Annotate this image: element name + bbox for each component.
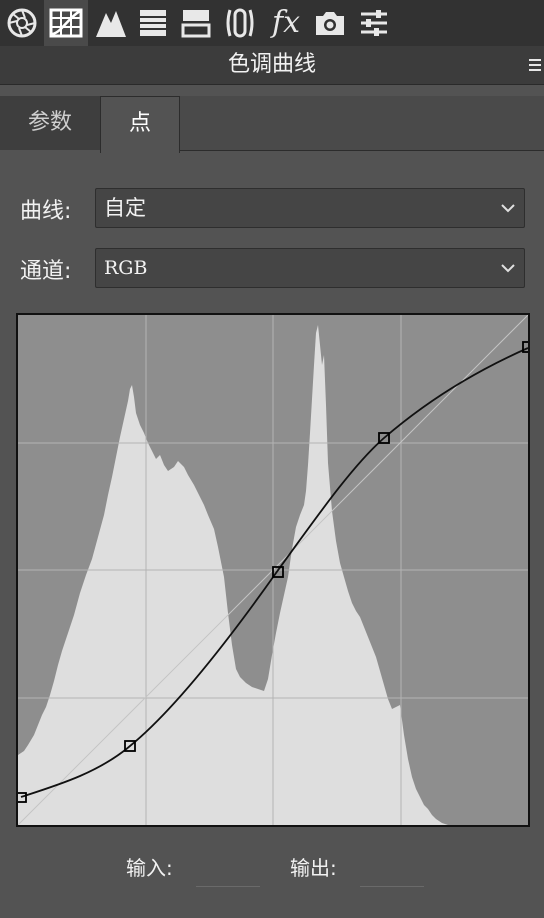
hsl-bars-icon [140, 10, 166, 36]
basic-panel-tool[interactable] [0, 0, 44, 46]
histogram [18, 325, 448, 825]
split-toning-tool[interactable] [174, 0, 218, 46]
sliders-icon [361, 10, 387, 36]
tab-bar-filler [180, 96, 544, 151]
input-value-field[interactable] [196, 850, 260, 887]
module-toolbar: fx [0, 0, 544, 46]
tone-curve-tool[interactable] [44, 0, 88, 46]
camera-calibration-tool[interactable] [308, 0, 352, 46]
output-label: 输出: [290, 856, 337, 880]
split-toning-icon [181, 10, 211, 38]
curve-preset-select[interactable]: 自定 [95, 188, 525, 228]
curve-canvas[interactable] [18, 315, 528, 825]
channel-value: RGB [104, 257, 148, 279]
panel-header[interactable]: 色调曲线 [0, 46, 544, 85]
panel-menu-icon[interactable] [528, 54, 542, 76]
input-label: 输入: [126, 856, 173, 880]
chevron-down-icon [501, 264, 515, 273]
lens-correction-tool[interactable] [218, 0, 262, 46]
mountain-icon [96, 11, 126, 37]
output-value-field[interactable] [360, 850, 424, 887]
tone-curve-graph[interactable] [16, 313, 530, 827]
lens-correction-icon [226, 8, 254, 38]
channel-label: 通道: [20, 259, 72, 284]
chevron-down-icon [501, 204, 515, 213]
tone-curve-grid-icon [49, 8, 83, 38]
tab-bar: 参数 点 [0, 96, 544, 153]
channel-select[interactable]: RGB [95, 248, 525, 288]
curve-preset-value: 自定 [104, 196, 146, 220]
hsl-tool[interactable] [131, 0, 175, 46]
effects-tool[interactable]: fx [264, 0, 308, 46]
curve-label: 曲线: [20, 199, 72, 224]
curve-control-point[interactable] [522, 341, 528, 353]
tab-point[interactable]: 点 [100, 96, 180, 153]
panel-title: 色调曲线 [227, 52, 316, 77]
fx-icon: fx [271, 5, 301, 40]
detail-tool[interactable] [89, 0, 133, 46]
tab-params[interactable]: 参数 [0, 96, 100, 150]
camera-icon [316, 12, 344, 35]
presets-tool[interactable] [352, 0, 396, 46]
aperture-icon [7, 8, 37, 38]
